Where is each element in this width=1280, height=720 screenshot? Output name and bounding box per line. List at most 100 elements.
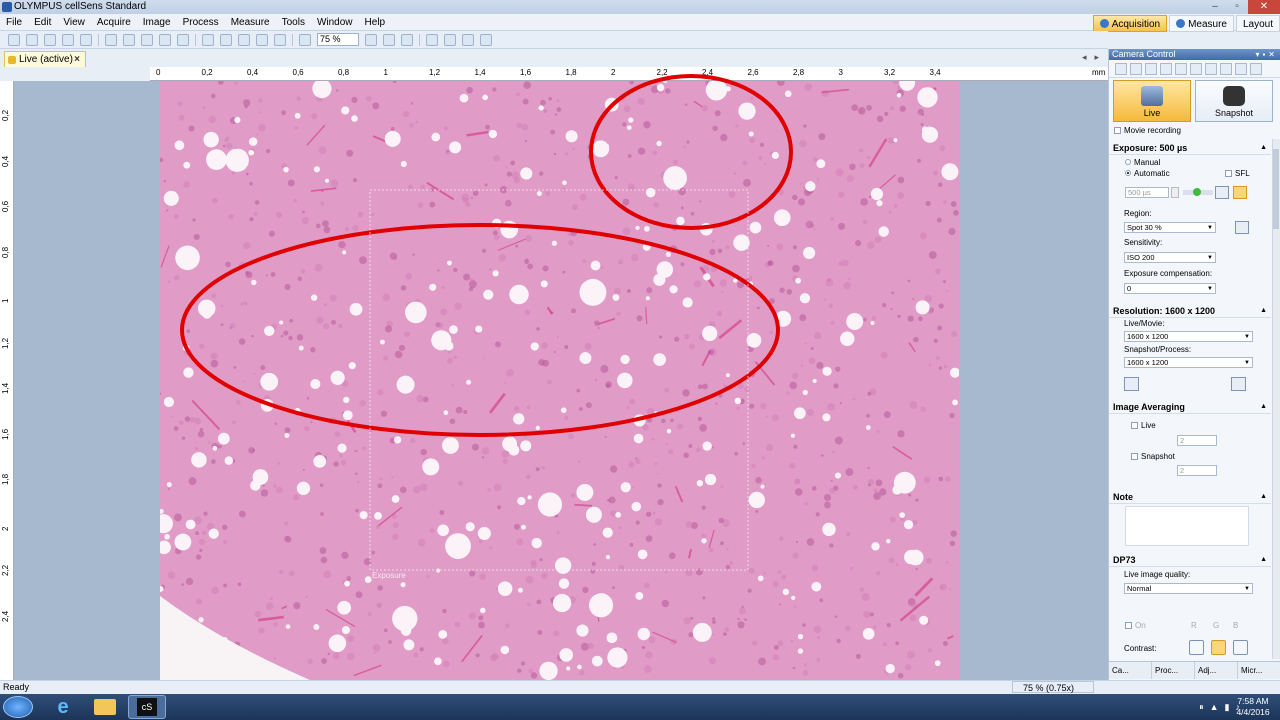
snapshot-button[interactable]: Snapshot bbox=[1195, 80, 1273, 122]
dp73-on-row[interactable]: On bbox=[1125, 621, 1146, 630]
panel-tab-2[interactable]: Adj... bbox=[1195, 662, 1238, 679]
info-icon[interactable] bbox=[1231, 377, 1246, 391]
live-resolution-select[interactable]: 1600 x 1200 ▼ bbox=[1124, 331, 1253, 342]
explorer-icon[interactable] bbox=[86, 695, 124, 719]
sensitivity-select[interactable]: ISO 200 ▼ bbox=[1124, 252, 1216, 263]
menu-item-file[interactable]: File bbox=[0, 14, 28, 31]
histogram-icon[interactable] bbox=[1160, 62, 1172, 75]
redo-icon[interactable] bbox=[177, 33, 189, 46]
manual-radio-row[interactable]: Manual bbox=[1125, 158, 1160, 167]
tab-layout[interactable]: Layout bbox=[1235, 14, 1280, 32]
layers-icon[interactable] bbox=[1205, 62, 1217, 75]
movie-recording-checkbox[interactable] bbox=[1114, 127, 1121, 134]
live-quality-select[interactable]: Normal ▼ bbox=[1124, 583, 1253, 594]
paste-icon[interactable] bbox=[141, 33, 153, 46]
zoom-in-icon[interactable] bbox=[365, 33, 377, 46]
zoom-select[interactable]: 75 % bbox=[317, 33, 359, 46]
arrow-tool-icon[interactable] bbox=[256, 33, 268, 46]
menu-item-acquire[interactable]: Acquire bbox=[91, 14, 137, 31]
tray-chevron-icon[interactable]: ▲ bbox=[1210, 702, 1219, 712]
tab-scroll-arrows[interactable]: ◂▸ bbox=[1082, 52, 1107, 63]
menu-item-window[interactable]: Window bbox=[311, 14, 359, 31]
copy-icon[interactable] bbox=[123, 33, 135, 46]
frame-icon[interactable] bbox=[444, 33, 456, 46]
open-icon[interactable] bbox=[8, 33, 20, 46]
maximize-button[interactable]: ▫ bbox=[1226, 0, 1248, 14]
sfl-row[interactable]: SFL bbox=[1225, 169, 1250, 178]
close-tab-button[interactable]: × bbox=[74, 52, 80, 67]
collapse-caret-icon[interactable]: ▲ bbox=[1260, 490, 1267, 504]
region-target-icon[interactable] bbox=[1235, 221, 1249, 234]
tab-acquisition[interactable]: Acquisition bbox=[1092, 14, 1168, 32]
color-icon[interactable] bbox=[1175, 62, 1187, 75]
settings-icon[interactable] bbox=[1190, 62, 1202, 75]
averaging-live-checkbox[interactable] bbox=[1131, 422, 1138, 429]
menu-item-tools[interactable]: Tools bbox=[276, 14, 311, 31]
exposure-spinner[interactable] bbox=[1171, 187, 1179, 198]
hand-tool-icon[interactable] bbox=[202, 33, 214, 46]
pen-icon[interactable] bbox=[1115, 62, 1127, 75]
menu-item-view[interactable]: View bbox=[57, 14, 91, 31]
undo-icon[interactable] bbox=[159, 33, 171, 46]
start-button[interactable] bbox=[3, 696, 33, 718]
save-all-icon[interactable] bbox=[62, 33, 74, 46]
averaging-snapshot-frames[interactable]: 2 bbox=[1177, 465, 1217, 476]
dp73-on-checkbox[interactable] bbox=[1125, 622, 1132, 629]
cellsens-taskbar-icon[interactable]: cS bbox=[128, 695, 166, 719]
averaging-snapshot-row[interactable]: Snapshot bbox=[1131, 452, 1175, 461]
menu-item-edit[interactable]: Edit bbox=[28, 14, 57, 31]
collapse-caret-icon[interactable]: ▲ bbox=[1260, 553, 1267, 567]
automatic-radio[interactable] bbox=[1125, 170, 1131, 176]
averaging-live-row[interactable]: Live bbox=[1131, 421, 1156, 430]
sfl-checkbox[interactable] bbox=[1225, 170, 1232, 177]
region-select[interactable]: Spot 30 % ▼ bbox=[1124, 222, 1216, 233]
record-icon[interactable] bbox=[1145, 62, 1157, 75]
tab-measure[interactable]: Measure bbox=[1169, 14, 1234, 32]
averaging-snapshot-checkbox[interactable] bbox=[1131, 453, 1138, 460]
live-button[interactable]: Live bbox=[1113, 80, 1191, 122]
auto-exposure-icon[interactable] bbox=[1215, 186, 1229, 199]
contrast-normal-icon[interactable] bbox=[1211, 640, 1226, 655]
tray-network-icon[interactable]: ▮ bbox=[1225, 702, 1230, 713]
snapshot-resolution-select[interactable]: 1600 x 1200 ▼ bbox=[1124, 357, 1253, 368]
collapse-caret-icon[interactable]: ▲ bbox=[1260, 141, 1267, 155]
panel-window-buttons[interactable]: ▾▪✕ bbox=[1255, 49, 1278, 60]
cut-icon[interactable] bbox=[105, 33, 117, 46]
panel-tab-1[interactable]: Proc... bbox=[1152, 662, 1195, 679]
select-tool-icon[interactable] bbox=[238, 33, 250, 46]
manual-radio[interactable] bbox=[1125, 159, 1131, 165]
contrast-high-icon[interactable] bbox=[1233, 640, 1248, 655]
zoom-status[interactable]: 75 % (0.75x) bbox=[1012, 681, 1094, 693]
exposure-value-field[interactable]: 500 µs bbox=[1125, 187, 1169, 198]
ie-icon[interactable]: e bbox=[44, 695, 82, 719]
measure-tool-icon[interactable] bbox=[274, 33, 286, 46]
panel-tab-3[interactable]: Micr... bbox=[1238, 662, 1280, 679]
exposure-section-header[interactable]: Exposure: 500 µs ▲ bbox=[1109, 141, 1271, 155]
panel-scrollbar-thumb[interactable] bbox=[1273, 149, 1279, 229]
config-icon[interactable] bbox=[1235, 62, 1247, 75]
layout-icon[interactable] bbox=[426, 33, 438, 46]
specimen-image[interactable] bbox=[160, 81, 959, 680]
automatic-radio-row[interactable]: Automatic bbox=[1125, 169, 1170, 178]
export-icon[interactable] bbox=[1220, 62, 1232, 75]
edit-icon[interactable] bbox=[1130, 62, 1142, 75]
collapse-caret-icon[interactable]: ▲ bbox=[1260, 304, 1267, 318]
zoom-icon[interactable] bbox=[299, 33, 311, 46]
taskbar-clock[interactable]: 7:58 AM 4/4/2016 bbox=[1230, 696, 1276, 718]
save-icon[interactable] bbox=[44, 33, 56, 46]
more-icon[interactable] bbox=[1250, 62, 1262, 75]
note-textarea[interactable] bbox=[1125, 506, 1249, 546]
zoom-out-icon[interactable] bbox=[383, 33, 395, 46]
resolution-section-header[interactable]: Resolution: 1600 x 1200 ▲ bbox=[1109, 304, 1271, 318]
grid-icon[interactable] bbox=[462, 33, 474, 46]
fit-to-window-icon[interactable] bbox=[401, 33, 413, 46]
folder-icon[interactable] bbox=[26, 33, 38, 46]
menu-item-process[interactable]: Process bbox=[177, 14, 225, 31]
camera-icon[interactable] bbox=[480, 33, 492, 46]
note-section-header[interactable]: Note ▲ bbox=[1109, 490, 1271, 504]
panel-tab-0[interactable]: Ca... bbox=[1109, 662, 1152, 679]
document-tab-live[interactable]: Live (active) × bbox=[4, 51, 86, 67]
lock-icon[interactable] bbox=[1233, 186, 1247, 199]
menu-item-image[interactable]: Image bbox=[137, 14, 177, 31]
zoom-rect-icon[interactable] bbox=[220, 33, 232, 46]
